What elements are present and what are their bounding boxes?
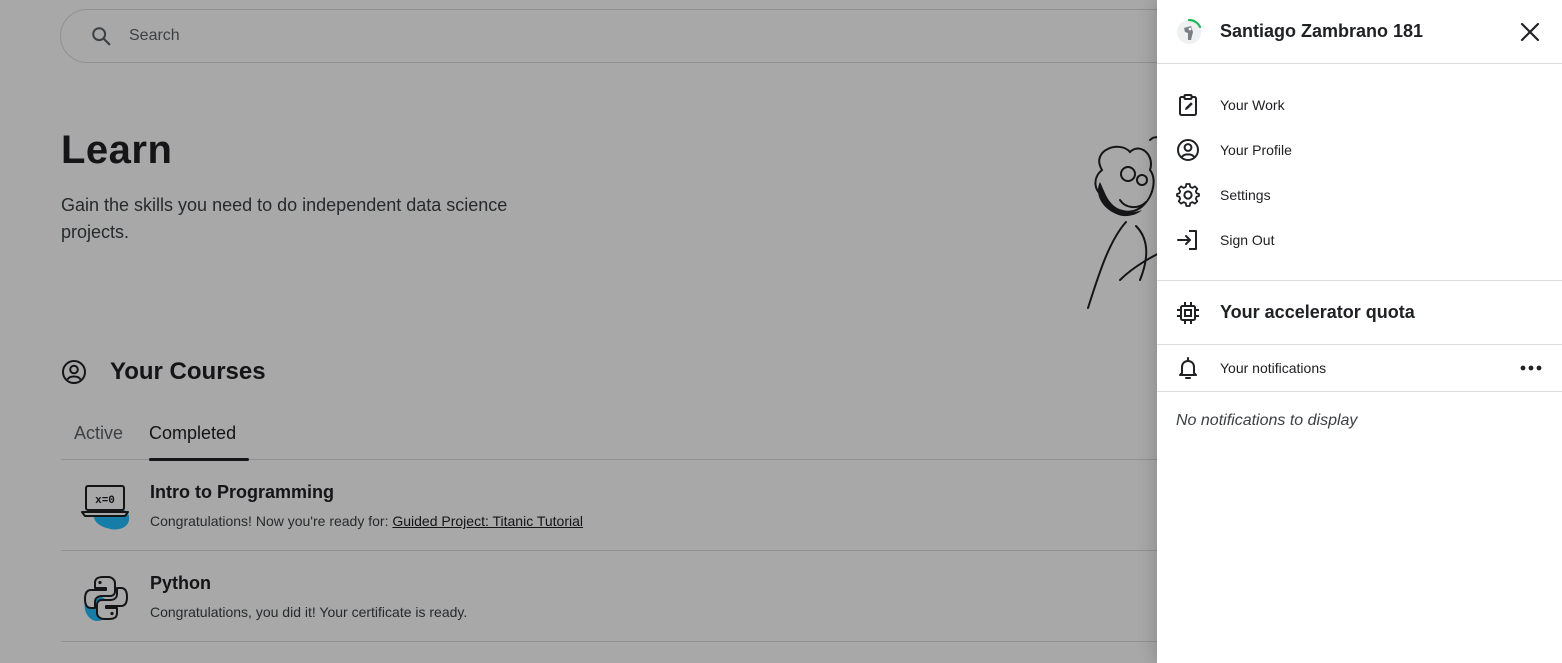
menu-item-label: Settings xyxy=(1220,186,1271,203)
notifications-header: Your notifications xyxy=(1157,345,1562,392)
chip-icon xyxy=(1176,301,1200,325)
menu-item-your-profile[interactable]: Your Profile xyxy=(1157,127,1562,172)
gear-icon xyxy=(1176,182,1200,207)
menu-item-settings[interactable]: Settings xyxy=(1157,172,1562,217)
user-drawer: Santiago Zambrano 181 Your Work Your Pro… xyxy=(1157,0,1562,663)
empty-notifications-message: No notifications to display xyxy=(1176,412,1358,429)
notifications-label: Your notifications xyxy=(1220,360,1327,376)
avatar[interactable] xyxy=(1175,18,1203,46)
menu-item-your-work[interactable]: Your Work xyxy=(1157,82,1562,127)
bell-icon xyxy=(1176,356,1200,380)
user-name: Santiago Zambrano 181 xyxy=(1220,21,1424,41)
profile-icon xyxy=(1176,138,1200,162)
close-icon[interactable] xyxy=(1518,20,1542,44)
sign-out-icon xyxy=(1176,228,1200,252)
more-options-icon[interactable] xyxy=(1520,357,1542,379)
drawer-header: Santiago Zambrano 181 xyxy=(1157,0,1562,64)
clipboard-edit-icon xyxy=(1176,93,1200,117)
menu-item-sign-out[interactable]: Sign Out xyxy=(1157,217,1562,262)
accelerator-quota[interactable]: Your accelerator quota xyxy=(1157,281,1562,345)
account-menu: Your Work Your Profile Settings Sign Out xyxy=(1157,64,1562,281)
quota-label: Your accelerator quota xyxy=(1220,302,1415,322)
menu-item-label: Your Profile xyxy=(1220,141,1292,158)
menu-item-label: Sign Out xyxy=(1220,231,1275,248)
menu-item-label: Your Work xyxy=(1220,96,1285,113)
